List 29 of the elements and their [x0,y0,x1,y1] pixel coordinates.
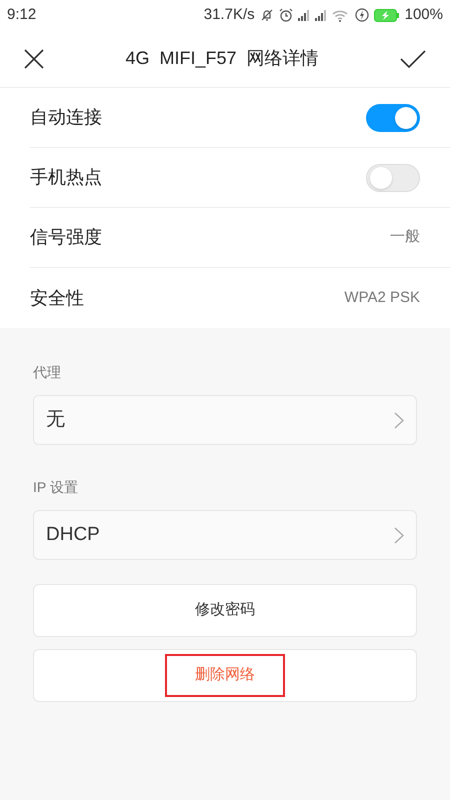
page-title: 4G MIFI_F57 网络详情 [125,47,319,70]
wifi-icon [332,8,350,22]
lightning-icon [354,8,369,22]
action-button[interactable]: 修改密码 [33,584,417,637]
chevron-right-icon [394,412,404,428]
check-icon[interactable] [400,50,426,68]
close-icon[interactable] [24,48,44,68]
alarm-clock-icon [278,8,293,22]
toggle-switch[interactable] [366,164,420,192]
row-value: 一般 [390,227,420,248]
toggle-switch[interactable] [366,104,420,132]
row-label: 安全性 [30,286,84,310]
network-speed: 31.7K/s [204,4,255,25]
signal-icon [298,10,310,20]
select-field[interactable]: 无 [33,395,417,445]
signal-icon [314,10,327,20]
battery-charging-icon [374,8,400,22]
muted-bell-icon [260,8,274,22]
row-label: 手机热点 [30,166,102,189]
row-label: 信号强度 [30,226,102,249]
highlight-box: 删除网络 [165,654,285,697]
field-label: IP 设置 [33,478,79,497]
field-label: 代理 [33,363,62,382]
status-time: 9:12 [7,4,36,25]
battery-percent: 100% [404,4,443,25]
chevron-right-icon [394,526,404,544]
row-label: 自动连接 [30,106,102,129]
row-value: WPA2 PSK [344,288,420,308]
select-field[interactable]: DHCP [33,510,417,560]
